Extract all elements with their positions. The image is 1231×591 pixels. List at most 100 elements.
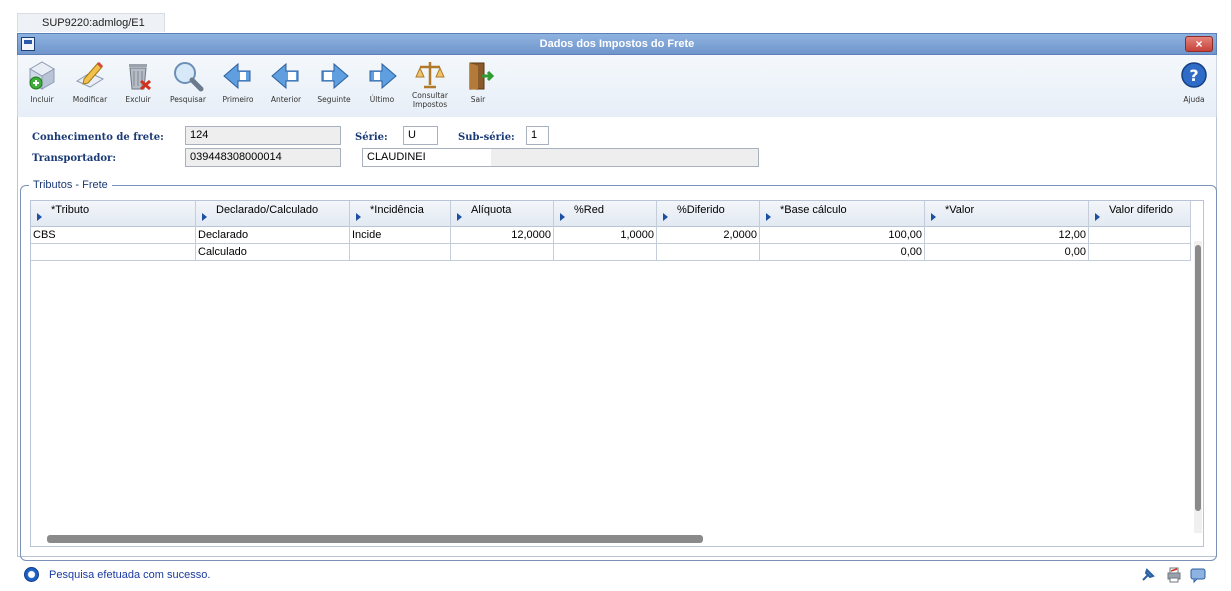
sair-button[interactable]: Sair (454, 59, 502, 115)
col-diferido-label: %Diferido (677, 204, 725, 216)
cell-valor[interactable]: 12,00 (925, 227, 1089, 243)
col-valor-label: *Valor (945, 204, 975, 216)
sort-arrow-icon (931, 213, 936, 221)
window-title-bar: Dados dos Impostos do Frete × (17, 33, 1217, 55)
toolbar: Incluir Modificar Excluir Pesquisar Prim… (17, 55, 1217, 117)
status-info-icon (24, 567, 39, 582)
cell-aliquota[interactable]: 12,0000 (451, 227, 554, 243)
primeiro-label: Primeiro (222, 95, 254, 104)
svg-text:?: ? (1189, 66, 1198, 85)
col-tributo-label: *Tributo (51, 204, 90, 216)
col-incidencia[interactable]: *Incidência (350, 201, 451, 227)
cell-red[interactable]: 1,0000 (554, 227, 657, 243)
close-button[interactable]: × (1185, 36, 1213, 52)
col-diferido[interactable]: %Diferido (657, 201, 760, 227)
cell-incidencia[interactable]: Incide (350, 227, 451, 243)
window-title: Dados dos Impostos do Frete (539, 38, 695, 50)
cell-red[interactable] (554, 244, 657, 260)
scales-icon (415, 62, 445, 89)
anterior-button[interactable]: Anterior (262, 59, 310, 115)
ultimo-label: Último (369, 95, 395, 104)
last-arrow-icon (369, 62, 397, 90)
cell-declarado-calculado[interactable]: Declarado (196, 227, 350, 243)
modificar-button[interactable]: Modificar (66, 59, 114, 115)
col-base-calculo[interactable]: *Base cálculo (760, 201, 925, 227)
sort-arrow-icon (457, 213, 462, 221)
table-row[interactable]: Calculado 0,00 0,00 (31, 244, 1191, 261)
sair-label: Sair (470, 95, 486, 104)
transportador-label: Transportador: (32, 153, 117, 164)
subserie-label: Sub-série: (458, 132, 515, 143)
incluir-button[interactable]: Incluir (18, 59, 66, 115)
consultar-impostos-button[interactable]: Consultar Impostos (406, 59, 454, 115)
subserie-input[interactable]: 1 (526, 126, 549, 145)
prev-arrow-icon (271, 62, 299, 90)
cell-valor-diferido[interactable] (1089, 244, 1191, 260)
first-arrow-icon (223, 62, 251, 90)
table-header: *Tributo Declarado/Calculado *Incidência… (31, 201, 1191, 227)
next-arrow-icon (321, 62, 349, 90)
transportador-name-input[interactable]: CLAUDINEI (362, 148, 759, 167)
edit-icon (75, 61, 105, 88)
incluir-label: Incluir (30, 95, 54, 104)
cell-incidencia[interactable] (350, 244, 451, 260)
sort-arrow-icon (356, 213, 361, 221)
printer-icon[interactable] (1165, 566, 1183, 584)
ajuda-label: Ajuda (1183, 95, 1205, 104)
status-message: Pesquisa efetuada com sucesso. (49, 569, 211, 581)
pin-icon[interactable] (1139, 566, 1157, 584)
sort-arrow-icon (663, 213, 668, 221)
ultimo-button[interactable]: Último (358, 59, 406, 115)
cell-valor[interactable]: 0,00 (925, 244, 1089, 260)
ajuda-button[interactable]: ? Ajuda (1170, 59, 1218, 115)
col-declarado-calculado[interactable]: Declarado/Calculado (196, 201, 350, 227)
col-aliquota[interactable]: Alíquota (451, 201, 554, 227)
col-declarado-calculado-label: Declarado/Calculado (216, 204, 319, 216)
conhecimento-label: Conhecimento de frete: (32, 132, 164, 143)
add-icon (29, 61, 55, 90)
col-aliquota-label: Alíquota (471, 204, 512, 216)
sort-arrow-icon (202, 213, 207, 221)
col-valor[interactable]: *Valor (925, 201, 1089, 227)
tributos-table: *Tributo Declarado/Calculado *Incidência… (30, 200, 1204, 547)
seguinte-button[interactable]: Seguinte (310, 59, 358, 115)
consultar-impostos-label: Consultar Impostos (412, 91, 448, 109)
table-row[interactable]: CBS Declarado Incide 12,0000 1,0000 2,00… (31, 227, 1191, 244)
chat-icon[interactable] (1189, 566, 1207, 584)
help-icon: ? (1181, 62, 1207, 88)
col-valor-diferido[interactable]: Valor diferido (1089, 201, 1191, 227)
cell-tributo[interactable] (31, 244, 196, 260)
cell-valor-diferido[interactable] (1089, 227, 1191, 243)
sort-arrow-icon (1095, 213, 1100, 221)
serie-input[interactable]: U (403, 126, 438, 145)
cell-declarado-calculado[interactable]: Calculado (196, 244, 350, 260)
cell-diferido[interactable]: 2,0000 (657, 227, 760, 243)
session-tab[interactable]: SUP9220:admlog/E1 (17, 13, 165, 32)
cell-diferido[interactable] (657, 244, 760, 260)
pesquisar-button[interactable]: Pesquisar (164, 59, 212, 115)
seguinte-label: Seguinte (317, 95, 351, 104)
primeiro-button[interactable]: Primeiro (214, 59, 262, 115)
exit-door-icon (469, 62, 495, 90)
pesquisar-label: Pesquisar (170, 95, 206, 104)
excluir-label: Excluir (125, 95, 151, 104)
vertical-scrollbar[interactable] (1194, 241, 1202, 533)
cell-base-calculo[interactable]: 0,00 (760, 244, 925, 260)
col-red-label: %Red (574, 204, 604, 216)
search-icon (174, 62, 204, 92)
col-base-calculo-label: *Base cálculo (780, 204, 847, 216)
serie-label: Série: (355, 132, 388, 143)
col-tributo[interactable]: *Tributo (31, 201, 196, 227)
trash-icon (129, 64, 151, 91)
horizontal-scrollbar-thumb[interactable] (47, 535, 703, 543)
cell-base-calculo[interactable]: 100,00 (760, 227, 925, 243)
cell-tributo[interactable]: CBS (31, 227, 196, 243)
excluir-button[interactable]: Excluir (114, 59, 162, 115)
conhecimento-input[interactable]: 124 (185, 126, 341, 145)
col-red[interactable]: %Red (554, 201, 657, 227)
modificar-label: Modificar (72, 95, 108, 104)
cell-aliquota[interactable] (451, 244, 554, 260)
status-bar: Pesquisa efetuada com sucesso. (17, 563, 1217, 587)
vertical-scrollbar-thumb[interactable] (1195, 245, 1201, 511)
transportador-code-input[interactable]: 039448308000014 (185, 148, 341, 167)
